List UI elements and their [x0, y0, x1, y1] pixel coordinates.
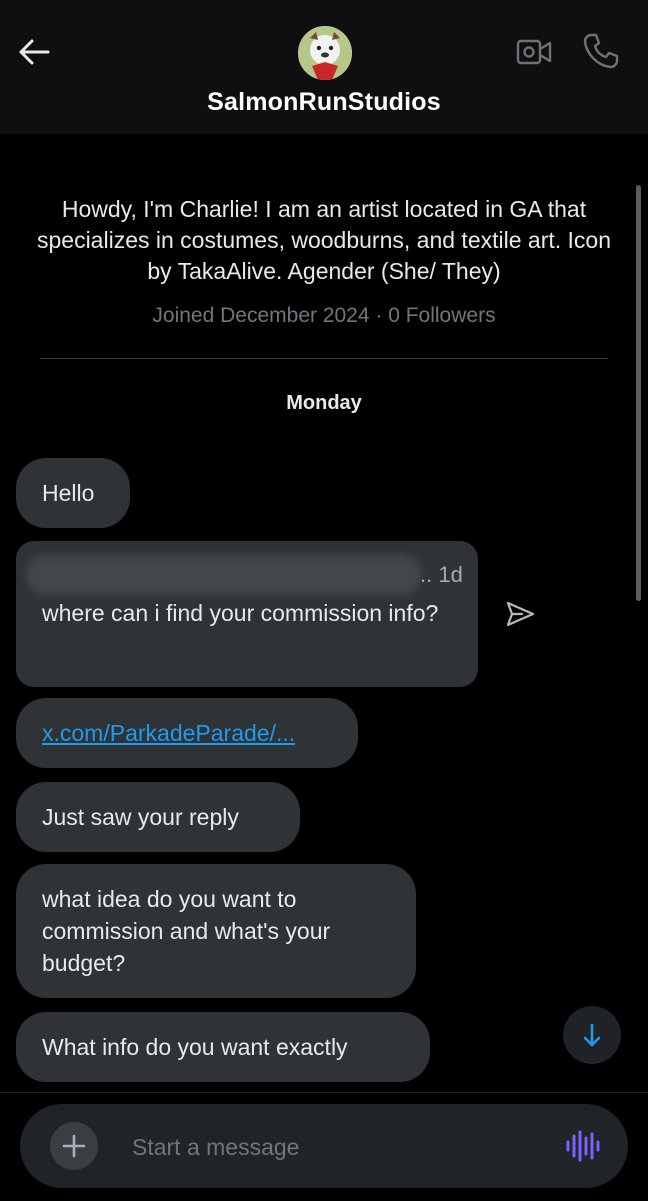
scroll-to-bottom-button[interactable]: [563, 1006, 621, 1064]
message-composer: [20, 1104, 628, 1188]
message-bubble[interactable]: What info do you want exactly: [16, 1012, 430, 1082]
arrow-left-icon: [19, 39, 50, 65]
message-bubble[interactable]: Just saw your reply: [16, 782, 300, 852]
send-icon: [506, 601, 535, 627]
add-media-button[interactable]: [50, 1122, 98, 1170]
message-bubble[interactable]: what idea do you want to commission and …: [16, 864, 416, 998]
back-button[interactable]: [14, 32, 54, 72]
message-text: Hello: [42, 480, 95, 506]
message-text: What info do you want exactly: [42, 1034, 348, 1060]
divider: [40, 358, 608, 359]
avatar-image: [298, 26, 352, 80]
quoted-message-bubble[interactable]: .. 1d where can i find your commission i…: [16, 541, 478, 687]
message-link[interactable]: x.com/ParkadeParade/...: [42, 720, 295, 746]
voice-waveform-icon: [566, 1130, 600, 1162]
profile-meta: Joined December 2024 · 0 Followers: [152, 304, 496, 327]
avatar[interactable]: [298, 26, 352, 80]
message-input[interactable]: [130, 1126, 534, 1168]
phone-icon: [583, 33, 619, 69]
message-text: where can i find your commission info?: [42, 600, 439, 626]
plus-icon: [62, 1134, 86, 1158]
arrow-down-icon: [583, 1023, 601, 1047]
conversation-header: SalmonRunStudios: [0, 0, 648, 134]
phone-call-button[interactable]: [580, 30, 622, 72]
voice-message-button[interactable]: [562, 1126, 602, 1166]
redacted-text: [26, 555, 422, 595]
message-bubble[interactable]: x.com/ParkadeParade/...: [16, 698, 358, 768]
video-call-button[interactable]: [514, 32, 554, 72]
message-text: Just saw your reply: [42, 804, 239, 830]
scrollbar[interactable]: [636, 185, 641, 601]
profile-bio: Howdy, I'm Charlie! I am an artist locat…: [36, 196, 611, 284]
date-separator: Monday: [286, 392, 362, 414]
message-bubble[interactable]: Hello: [16, 458, 130, 528]
conversation-username: SalmonRunStudios: [207, 88, 441, 116]
message-text: what idea do you want to commission and …: [42, 886, 331, 976]
quoted-message-time: .. 1d: [420, 562, 463, 587]
share-button[interactable]: [504, 598, 536, 630]
video-camera-icon: [516, 39, 552, 65]
